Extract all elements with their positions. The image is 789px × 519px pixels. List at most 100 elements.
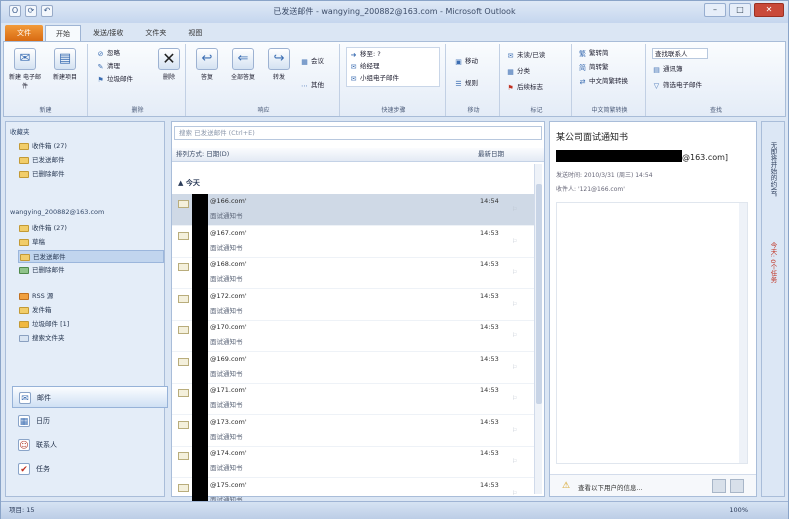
ribbon-tabs: 文件 开始 发送/接收 文件夹 视图: [1, 23, 788, 41]
folder-rss[interactable]: RSS 源: [18, 290, 164, 303]
table-row[interactable]: @170.com' 面试通知书 14:53 ⚐: [172, 320, 534, 352]
delete-button[interactable]: ✕ 删除: [152, 48, 186, 81]
move-label: 移动: [465, 57, 478, 65]
people-pane-text[interactable]: 查看以下用户的信息...: [578, 482, 643, 492]
reply-button[interactable]: ↩ 答复: [190, 48, 224, 81]
flag-icon[interactable]: ⚐: [512, 332, 517, 339]
more-respond-button[interactable]: ⋯ 其他: [300, 80, 324, 91]
table-row[interactable]: @172.com' 面试通知书 14:53 ⚐: [172, 288, 534, 321]
folder-icon: [19, 307, 29, 314]
address-book-button[interactable]: ▤ 通讯簿: [652, 64, 682, 75]
flag-icon[interactable]: ⚐: [512, 490, 517, 497]
tab-send-receive[interactable]: 发送/接收: [83, 25, 133, 41]
favorite-sent[interactable]: 已发送邮件: [18, 154, 164, 167]
flag-icon[interactable]: ⚐: [512, 395, 517, 402]
tab-file[interactable]: 文件: [5, 25, 43, 41]
flag-icon[interactable]: ⚐: [512, 301, 517, 308]
t2s-button[interactable]: 繁繁转简: [578, 48, 609, 59]
move-button[interactable]: ▣ 移动: [454, 56, 478, 67]
zoom-level[interactable]: 100%: [729, 502, 748, 519]
sort-order-header[interactable]: 最新日期: [478, 148, 504, 161]
flag-icon[interactable]: ⚐: [512, 206, 517, 213]
folder-drafts[interactable]: 草稿: [18, 236, 164, 249]
ignore-button[interactable]: ⊘ 忽略: [96, 48, 120, 59]
contact-photo-icon[interactable]: [730, 479, 744, 493]
nav-calendar[interactable]: ▦ 日历: [12, 410, 168, 432]
unread-read-button[interactable]: ✉ 未读/已读: [506, 50, 546, 61]
folder-label: 已发送邮件: [33, 253, 66, 261]
junk-button[interactable]: ⚑ 垃圾邮件: [96, 74, 133, 85]
quickstep-label: 移至: ?: [360, 50, 381, 58]
flag-icon[interactable]: ⚐: [512, 269, 517, 276]
group-today-header[interactable]: ▲ 今天: [178, 178, 200, 188]
table-row[interactable]: @169.com' 面试通知书 14:53 ⚐: [172, 351, 534, 384]
cleanup-button[interactable]: ✎ 清理: [96, 61, 120, 72]
group-delete: ⊘ 忽略 ✎ 清理 ⚑ 垃圾邮件 ✕ 删除 删除: [90, 44, 186, 116]
junk-icon: ⚑: [97, 76, 104, 84]
search-input[interactable]: 搜索 已发送邮件 (Ctrl+E): [174, 126, 542, 140]
table-row[interactable]: @174.com' 面试通知书 14:53 ⚐: [172, 446, 534, 478]
contact-photo-icon[interactable]: [712, 479, 726, 493]
flag-icon[interactable]: ⚐: [512, 427, 517, 434]
reply-label: 答复: [200, 74, 213, 81]
table-row[interactable]: @168.com' 面试通知书 14:53 ⚐: [172, 257, 534, 289]
list-scrollbar[interactable]: [534, 164, 542, 494]
close-button[interactable]: ✕: [754, 3, 784, 17]
folder-sent[interactable]: 已发送邮件: [18, 250, 164, 263]
followup-button[interactable]: ⚑ 后续标志: [506, 82, 543, 93]
s2t-button[interactable]: 简简转繁: [578, 62, 609, 73]
table-row[interactable]: @166.com' 面试通知书 14:54 ⚐: [172, 194, 534, 226]
new-email-button[interactable]: ✉ 新建 电子邮件: [8, 48, 42, 90]
flag-icon[interactable]: ⚐: [512, 238, 517, 245]
quickstep-item[interactable]: ✉ 小组电子邮件: [349, 73, 399, 84]
folder-inbox[interactable]: 收件箱 (27): [18, 222, 164, 235]
body-scrollbar[interactable]: [739, 203, 747, 463]
folder-deleted[interactable]: 已删除邮件: [18, 264, 164, 277]
rules-label: 规则: [465, 79, 478, 87]
filter-email-button[interactable]: ▽ 筛选电子邮件: [652, 80, 702, 91]
new-items-button[interactable]: ▤ 新建项目: [48, 48, 82, 81]
tab-folder[interactable]: 文件夹: [135, 25, 176, 41]
categorize-label: 分类: [517, 67, 530, 75]
table-row[interactable]: @167.com' 面试通知书 14:53 ⚐: [172, 225, 534, 258]
folder-junk[interactable]: 垃圾邮件 [1]: [18, 318, 164, 331]
maximize-button[interactable]: □: [729, 3, 751, 17]
arrange-by-header[interactable]: 排列方式: 日期(D): [176, 148, 229, 161]
forward-button[interactable]: ↪ 转发: [262, 48, 296, 81]
reply-all-button[interactable]: ⇐ 全部答复: [226, 48, 260, 81]
table-row[interactable]: @171.com' 面试通知书 14:53 ⚐: [172, 383, 534, 415]
flag-icon[interactable]: ⚐: [512, 364, 517, 371]
folder-label: 收件箱 (27): [32, 142, 67, 150]
table-row[interactable]: @173.com' 面试通知书 14:53 ⚐: [172, 414, 534, 447]
nav-mail[interactable]: ✉ 邮件: [12, 386, 168, 408]
contacts-icon: ☺: [18, 439, 30, 451]
todo-tasks: 今天: 0个任务: [769, 242, 777, 283]
tab-home[interactable]: 开始: [45, 25, 81, 41]
rules-button[interactable]: ☰ 规则: [454, 78, 478, 89]
quickstep-item[interactable]: ➜ 移至: ?: [349, 49, 381, 60]
todo-bar[interactable]: 无即将开始的约会。 今天: 0个任务: [761, 121, 785, 497]
nav-contacts[interactable]: ☺ 联系人: [12, 434, 168, 456]
row-time: 14:53: [480, 291, 499, 300]
sent-label: 发送时间:: [556, 172, 583, 179]
nav-tasks[interactable]: ✔ 任务: [12, 458, 168, 480]
folder-outbox[interactable]: 发件箱: [18, 304, 164, 317]
favorite-inbox[interactable]: 收件箱 (27): [18, 140, 164, 153]
scrollbar-thumb[interactable]: [536, 184, 542, 404]
flag-icon[interactable]: ⚐: [512, 458, 517, 465]
folder-search[interactable]: 搜索文件夹: [18, 332, 164, 345]
address-book-icon: ▤: [653, 66, 660, 74]
favorites-header[interactable]: 收藏夹: [10, 126, 30, 136]
quickstep-item[interactable]: ✉ 给经理: [349, 61, 380, 72]
minimize-button[interactable]: –: [704, 3, 726, 17]
row-subject: 面试通知书: [210, 275, 243, 283]
account-header[interactable]: wangying_200882@163.com: [10, 208, 104, 216]
convert-button[interactable]: ⇄ 中文简繁转换: [578, 76, 628, 87]
find-contact-input[interactable]: 查找联系人: [652, 48, 708, 59]
group-quicksteps-label: 快速步骤: [381, 107, 406, 114]
meeting-button[interactable]: ▦ 会议: [300, 56, 324, 67]
favorite-deleted[interactable]: 已删除邮件: [18, 168, 164, 181]
categorize-button[interactable]: ▦ 分类: [506, 66, 530, 77]
message-body[interactable]: [556, 202, 748, 464]
tab-view[interactable]: 视图: [178, 25, 212, 41]
